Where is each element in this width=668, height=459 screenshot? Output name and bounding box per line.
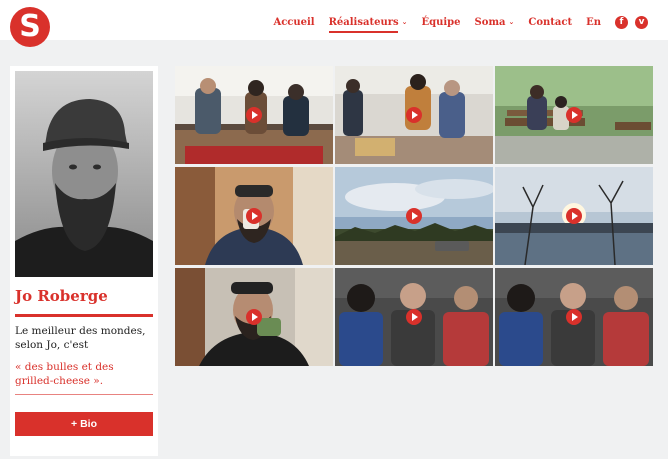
nav-accueil[interactable]: Accueil bbox=[266, 17, 321, 28]
nav-realisateurs[interactable]: Réalisateurs ⌄ bbox=[322, 17, 415, 33]
play-icon bbox=[246, 309, 262, 325]
video-thumbnail[interactable] bbox=[175, 167, 333, 265]
video-thumbnail[interactable] bbox=[495, 66, 653, 164]
play-icon bbox=[246, 208, 262, 224]
play-icon bbox=[406, 208, 422, 224]
vimeo-icon[interactable]: v bbox=[635, 15, 648, 29]
play-icon bbox=[406, 107, 422, 123]
site-header: S Accueil Réalisateurs ⌄ Équipe Soma ⌄ Con… bbox=[0, 0, 668, 47]
facebook-icon[interactable]: f bbox=[615, 15, 628, 29]
play-icon bbox=[246, 107, 262, 123]
play-icon bbox=[566, 309, 582, 325]
soma-logo[interactable]: S bbox=[10, 7, 50, 47]
video-thumbnail[interactable] bbox=[335, 167, 493, 265]
video-thumbnail[interactable] bbox=[335, 268, 493, 366]
nav-language-en[interactable]: En bbox=[579, 17, 608, 28]
director-card: Jo Roberge Le meilleur des mondes, selon… bbox=[10, 66, 158, 456]
main-nav: Accueil Réalisateurs ⌄ Équipe Soma ⌄ Conta… bbox=[266, 13, 648, 33]
director-portrait bbox=[15, 71, 153, 277]
video-thumbnail[interactable] bbox=[495, 268, 653, 366]
chevron-down-icon: ⌄ bbox=[508, 18, 515, 26]
director-quote: « des bulles et des grilled-cheese ». bbox=[15, 361, 114, 387]
video-thumbnail[interactable] bbox=[175, 268, 333, 366]
play-icon bbox=[406, 309, 422, 325]
nav-contact[interactable]: Contact bbox=[521, 17, 579, 28]
name-divider bbox=[15, 314, 153, 317]
active-underline bbox=[328, 30, 398, 33]
video-thumbnail[interactable] bbox=[335, 66, 493, 164]
quote-divider bbox=[15, 394, 153, 395]
video-thumbnail[interactable] bbox=[495, 167, 653, 265]
nav-soma[interactable]: Soma ⌄ bbox=[468, 17, 522, 28]
video-thumbnail[interactable] bbox=[175, 66, 333, 164]
nav-equipe[interactable]: Équipe bbox=[415, 17, 468, 28]
chevron-down-icon: ⌄ bbox=[401, 18, 408, 26]
play-icon bbox=[566, 107, 582, 123]
director-tagline: Le meilleur des mondes, selon Jo, c'est bbox=[15, 325, 146, 351]
portrait-illustration bbox=[15, 71, 153, 277]
bio-button[interactable]: + Bio bbox=[15, 412, 153, 436]
play-icon bbox=[566, 208, 582, 224]
director-name: Jo Roberge bbox=[15, 287, 108, 305]
